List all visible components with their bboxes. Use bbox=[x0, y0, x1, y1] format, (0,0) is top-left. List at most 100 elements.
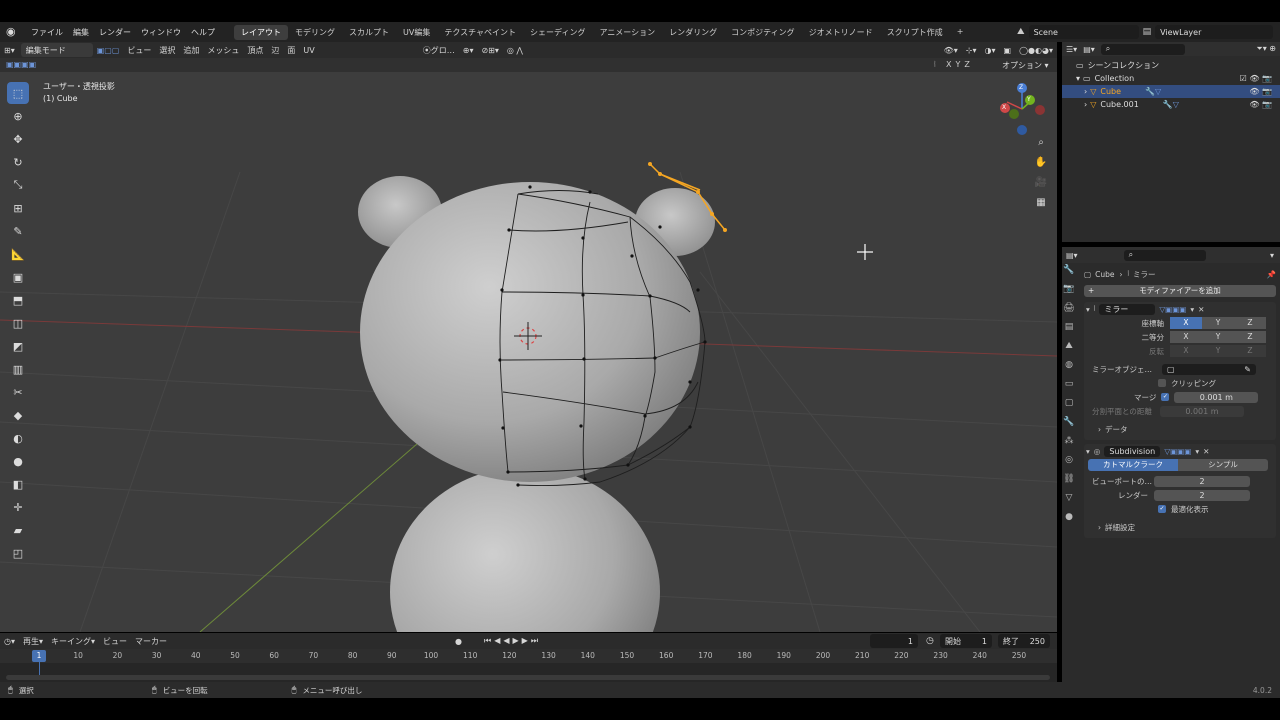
mode-selector[interactable]: 編集モード bbox=[20, 43, 93, 57]
edge-slide-icon[interactable]: ◧ bbox=[7, 473, 29, 495]
menu-playback[interactable]: 再生 ▾ bbox=[19, 636, 47, 647]
collapse-arrow-icon[interactable]: ▾ bbox=[1086, 447, 1090, 456]
tab-uv[interactable]: UV編集 bbox=[396, 25, 437, 40]
outliner-item-cube[interactable]: › ▽ Cube 🔧▽ 👁 📷 bbox=[1062, 85, 1280, 98]
render-levels-field[interactable]: 2 bbox=[1154, 489, 1250, 501]
add-modifier-button[interactable]: + モディファイアーを追加 bbox=[1084, 285, 1276, 297]
annotate-icon[interactable]: ✎ bbox=[7, 220, 29, 242]
tab-shading[interactable]: シェーディング bbox=[523, 25, 592, 40]
proportional-edit-icon[interactable]: ◎ ⋀ bbox=[503, 46, 527, 55]
menu-face[interactable]: 面 bbox=[283, 45, 299, 56]
select-mode-icons[interactable]: ▣▢▢ bbox=[93, 46, 124, 55]
extrude-icon[interactable]: ⬒ bbox=[7, 289, 29, 311]
menu-add[interactable]: 追加 bbox=[179, 45, 203, 56]
menu-file[interactable]: ファイル bbox=[26, 27, 68, 38]
close-icon[interactable]: ✕ bbox=[1203, 447, 1209, 456]
tool-tab-icon[interactable]: 🔧 bbox=[1063, 264, 1074, 277]
subdivision-visibility-icons[interactable]: ▽▣▣▣ bbox=[1164, 447, 1191, 456]
menu-select[interactable]: 選択 bbox=[155, 45, 179, 56]
outliner-item-cube001[interactable]: › ▽ Cube.001 🔧▽ 👁 📷 bbox=[1062, 98, 1280, 111]
merge-checkbox[interactable]: ✓ bbox=[1161, 393, 1170, 401]
properties-search[interactable]: ⌕ bbox=[1123, 249, 1206, 261]
clipping-checkbox[interactable] bbox=[1158, 379, 1166, 387]
collection-row[interactable]: ▾ ▭ Collection ☑ 👁 📷 bbox=[1062, 72, 1280, 85]
tab-rendering[interactable]: レンダリング bbox=[662, 25, 724, 40]
flip-y-toggle[interactable]: Y bbox=[1202, 345, 1234, 357]
playhead[interactable]: 1 bbox=[32, 650, 46, 662]
viewport-levels-field[interactable]: 2 bbox=[1154, 475, 1250, 487]
bisect-y-toggle[interactable]: Y bbox=[1202, 331, 1234, 343]
mirror-object-field[interactable]: ▢ ✎ bbox=[1162, 363, 1256, 375]
tool-settings-icons[interactable]: ▣▣▣▣ bbox=[6, 60, 36, 69]
tab-layout[interactable]: レイアウト bbox=[234, 24, 288, 40]
menu-keying[interactable]: キーイング ▾ bbox=[47, 636, 99, 647]
simple-button[interactable]: シンプル bbox=[1178, 459, 1268, 471]
outliner-search[interactable]: ⌕ bbox=[1100, 43, 1185, 55]
advanced-subpanel[interactable]: › 詳細設定 bbox=[1084, 520, 1276, 534]
mirror-name-field[interactable]: ミラー bbox=[1099, 303, 1156, 315]
knife-icon[interactable]: ✂ bbox=[7, 381, 29, 403]
bevel-icon[interactable]: ◩ bbox=[7, 335, 29, 357]
dropdown-icon[interactable]: ▾ bbox=[1190, 305, 1194, 314]
editor-type-icon[interactable]: ⊞▾ bbox=[0, 46, 19, 55]
collection-toggles-icon[interactable]: ☑ 👁 📷 bbox=[1240, 74, 1272, 83]
display-mode-icon[interactable]: ▤▾ bbox=[1083, 45, 1095, 54]
blender-logo-icon[interactable]: ◉ bbox=[6, 25, 20, 39]
pin-icon[interactable]: 📌 bbox=[1267, 270, 1276, 279]
measure-icon[interactable]: 📐 bbox=[7, 243, 29, 265]
gizmo-toggle-icon[interactable]: ⊹▾ bbox=[962, 46, 981, 55]
overlay-toggle-icon[interactable]: ◑▾ bbox=[981, 46, 1000, 55]
expand-arrow-icon[interactable]: ▾ bbox=[1076, 74, 1080, 83]
visibility-icon[interactable]: 👁▾ bbox=[940, 46, 962, 55]
render-tab-icon[interactable]: 📷 bbox=[1063, 283, 1074, 296]
pan-hand-icon[interactable]: ✋ bbox=[1033, 157, 1049, 173]
shading-modes-icon[interactable]: ◯●◐◕▾ bbox=[1015, 46, 1057, 55]
object-tab-icon[interactable]: ▢ bbox=[1065, 397, 1074, 410]
bisect-distance-field[interactable]: 0.001 m bbox=[1159, 405, 1244, 417]
axis-x-toggle[interactable]: X bbox=[1170, 317, 1202, 329]
select-box-icon[interactable]: ⬚ bbox=[7, 82, 29, 104]
bisect-x-toggle[interactable]: X bbox=[1170, 331, 1202, 343]
subdivision-name-field[interactable]: Subdivision bbox=[1104, 445, 1161, 457]
axis-x[interactable]: X bbox=[946, 60, 951, 69]
world-tab-icon[interactable]: ◍ bbox=[1065, 359, 1073, 372]
viewlayer-selector[interactable]: ViewLayer bbox=[1155, 25, 1274, 39]
tab-sculpt[interactable]: スカルプト bbox=[342, 25, 396, 40]
rotate-icon[interactable]: ↻ bbox=[7, 151, 29, 173]
axis-y[interactable]: Y bbox=[955, 60, 960, 69]
tab-texture-paint[interactable]: テクスチャペイント bbox=[437, 25, 523, 40]
scene-tab-icon[interactable]: ⛰ bbox=[1065, 340, 1073, 353]
clipping-row[interactable]: クリッピング bbox=[1084, 376, 1276, 390]
tab-scripting[interactable]: スクリプト作成 bbox=[880, 25, 950, 40]
timeline[interactable]: 10 20 30 40 50 60 70 80 90 100 110 120 130 140 150 160 1… bbox=[0, 649, 1057, 682]
data-subpanel[interactable]: › データ bbox=[1084, 422, 1276, 436]
menu-uv[interactable]: UV bbox=[299, 46, 318, 55]
catmull-clark-button[interactable]: カトマルクラーク bbox=[1088, 459, 1178, 471]
modifier-tab-icon[interactable]: 🔧 bbox=[1063, 416, 1074, 429]
cube-toggles-icon[interactable]: 👁 📷 bbox=[1249, 87, 1272, 96]
properties-options-icon[interactable]: ▾ bbox=[1270, 251, 1274, 260]
options-menu[interactable]: オプション ▾ bbox=[1002, 60, 1049, 71]
menu-vertex[interactable]: 頂点 bbox=[243, 45, 267, 56]
axis-z-toggle[interactable]: Z bbox=[1234, 317, 1266, 329]
rip-icon[interactable]: ◰ bbox=[7, 542, 29, 564]
output-tab-icon[interactable]: 🖨 bbox=[1063, 302, 1074, 315]
close-icon[interactable]: ✕ bbox=[1198, 305, 1204, 314]
collapse-arrow-icon[interactable]: › bbox=[1098, 523, 1101, 532]
camera-icon[interactable]: 🎥 bbox=[1033, 177, 1049, 193]
menu-mesh[interactable]: メッシュ bbox=[203, 45, 243, 56]
cube001-toggles-icon[interactable]: 👁 📷 bbox=[1249, 100, 1272, 109]
spin-icon[interactable]: ◐ bbox=[7, 427, 29, 449]
poly-build-icon[interactable]: ◆ bbox=[7, 404, 29, 426]
tab-geometry-nodes[interactable]: ジオメトリノード bbox=[802, 25, 880, 40]
current-frame-field[interactable]: 1 bbox=[870, 634, 918, 648]
move-icon[interactable]: ✥ bbox=[7, 128, 29, 150]
data-tab-icon[interactable]: ▽ bbox=[1066, 492, 1073, 505]
add-workspace-button[interactable]: + bbox=[950, 25, 971, 40]
timeline-editor-icon[interactable]: ◷▾ bbox=[0, 637, 19, 646]
collapse-arrow-icon[interactable]: ▾ bbox=[1086, 305, 1090, 314]
bisect-z-toggle[interactable]: Z bbox=[1234, 331, 1266, 343]
mirror-axes[interactable]: X Y Z bbox=[946, 60, 970, 69]
properties-editor-icon[interactable]: ▤▾ bbox=[1066, 251, 1078, 260]
filter-icon[interactable]: ⏷▾ ⊕ bbox=[1256, 44, 1276, 54]
